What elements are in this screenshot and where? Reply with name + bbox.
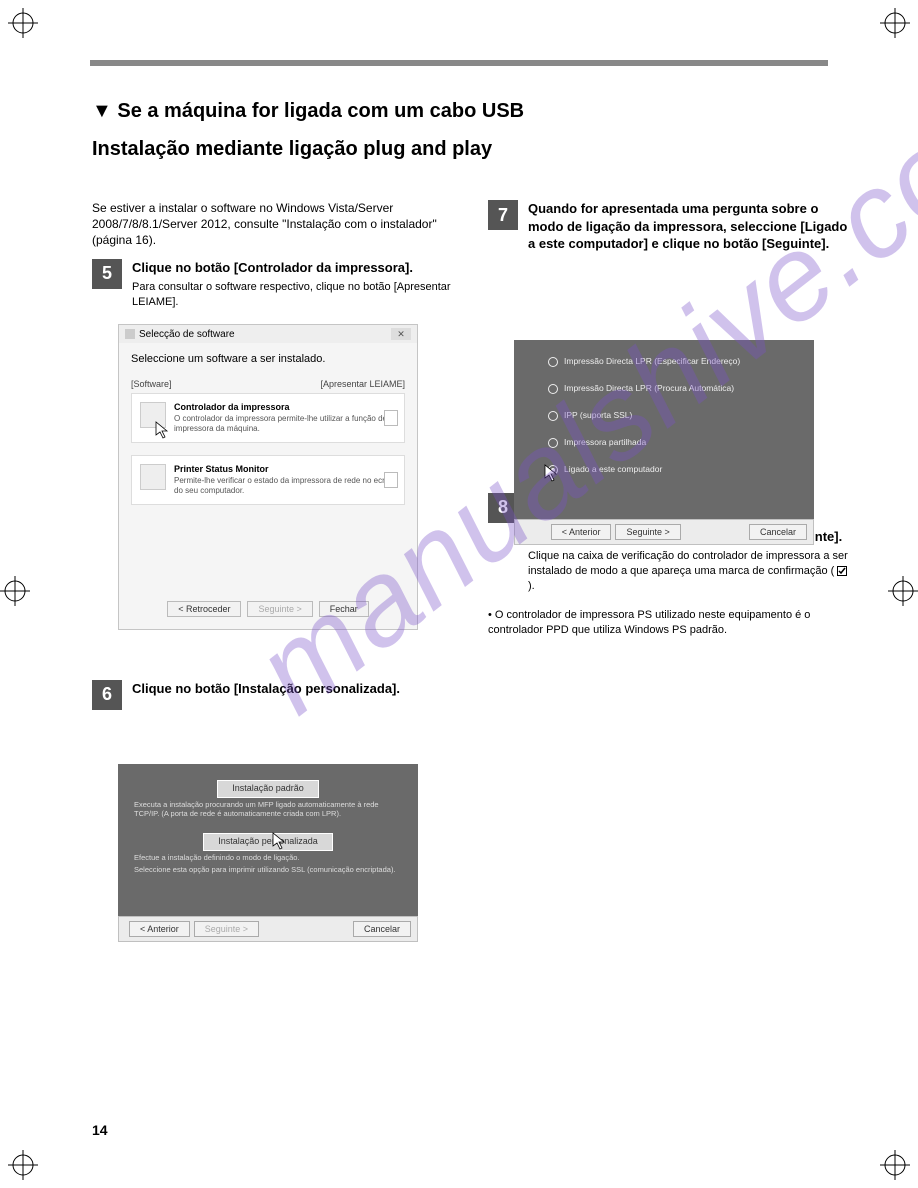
software-item-desc: Permite-lhe verificar o estado da impres… [174, 476, 396, 496]
next-button[interactable]: Seguinte > [615, 524, 680, 540]
driver-note: • O controlador de impressora PS utiliza… [488, 608, 848, 638]
checkbox-icon [837, 566, 847, 576]
intro-text: Se estiver a instalar o software no Wind… [92, 200, 452, 249]
software-item-title: Controlador da impressora [174, 402, 396, 412]
readme-button[interactable] [384, 472, 398, 488]
close-button[interactable]: ✕ [391, 328, 411, 340]
step-number: 6 [92, 680, 122, 710]
radio-icon [548, 438, 558, 448]
custom-install-desc: Efectue a instalação definindo o modo de… [134, 853, 402, 863]
cursor-icon [544, 464, 560, 482]
registration-mark [8, 1150, 38, 1180]
step-number: 7 [488, 200, 518, 230]
software-item-desc: O controlador da impressora permite-lhe … [174, 414, 396, 434]
monitor-icon [140, 464, 166, 490]
custom-install-desc2: Seleccione esta opção para imprimir util… [134, 865, 402, 875]
radio-label: Impressão Directa LPR (Especificar Ender… [564, 356, 740, 367]
back-button[interactable]: < Anterior [551, 524, 612, 540]
registration-mark [880, 8, 910, 38]
software-item-printer-driver[interactable]: Controlador da impressora O controlador … [131, 393, 405, 443]
dialog-heading: Seleccione um software a ser instalado. [131, 353, 405, 365]
radio-icon [548, 411, 558, 421]
radio-ipp[interactable]: IPP (suporta SSL) [548, 410, 798, 421]
dialog-software-selection: Selecção de software ✕ Seleccione um sof… [118, 324, 418, 630]
readme-button[interactable] [384, 410, 398, 426]
cursor-icon [272, 832, 288, 850]
software-item-status-monitor[interactable]: Printer Status Monitor Permite-lhe verif… [131, 455, 405, 505]
radio-icon [548, 357, 558, 367]
cursor-icon [155, 421, 171, 439]
next-button[interactable]: Seguinte > [194, 921, 259, 937]
page-number: 14 [92, 1122, 108, 1138]
step-7: 7 Quando for apresentada uma pergunta so… [488, 200, 848, 253]
radio-label: Impressão Directa LPR (Procura Automátic… [564, 383, 734, 394]
radio-lpr-specify[interactable]: Impressão Directa LPR (Especificar Ender… [548, 356, 798, 367]
radio-label: Ligado a este computador [564, 464, 662, 475]
dialog-titlebar: Selecção de software ✕ [119, 325, 417, 343]
standard-install-button[interactable]: Instalação padrão [217, 780, 319, 798]
step-text: Clique no botão [Instalação personalizad… [132, 680, 400, 698]
column-readme-label: [Apresentar LEIAME] [320, 379, 405, 389]
column-software-label: [Software] [131, 379, 172, 389]
custom-install-button[interactable]: Instalação personalizada [203, 833, 333, 851]
radio-lpr-auto[interactable]: Impressão Directa LPR (Procura Automátic… [548, 383, 798, 394]
step-subtext: Para consultar o software respectivo, cl… [132, 280, 452, 310]
back-button[interactable]: < Retroceder [167, 601, 241, 617]
step-number: 5 [92, 259, 122, 289]
software-item-title: Printer Status Monitor [174, 464, 396, 474]
dialog-title: Selecção de software [139, 329, 235, 340]
radio-this-computer[interactable]: Ligado a este computador [548, 464, 798, 475]
page-context-heading: ▼ Se a máquina for ligada com um cabo US… [92, 100, 826, 123]
registration-mark [888, 576, 918, 606]
cancel-button[interactable]: Cancelar [749, 524, 807, 540]
step-subtext: Clique na caixa de verificação do contro… [528, 549, 848, 594]
back-button[interactable]: < Anterior [129, 921, 190, 937]
radio-icon [548, 384, 558, 394]
standard-install-desc: Executa a instalação procurando um MFP l… [134, 800, 402, 820]
radio-shared[interactable]: Impressora partilhada [548, 437, 798, 448]
page-section-heading: Instalação mediante ligação plug and pla… [92, 138, 826, 161]
next-button[interactable]: Seguinte > [247, 601, 312, 617]
radio-label: Impressora partilhada [564, 437, 646, 448]
dialog-install-type: Instalação padrão Executa a instalação p… [118, 764, 418, 942]
radio-label: IPP (suporta SSL) [564, 410, 632, 421]
dialog-connection-mode: Impressão Directa LPR (Especificar Ender… [514, 340, 814, 545]
cancel-button[interactable]: Cancelar [353, 921, 411, 937]
registration-mark [880, 1150, 910, 1180]
step-5: 5 Clique no botão [Controlador da impres… [92, 259, 452, 310]
registration-mark [0, 576, 30, 606]
step-text: Clique no botão [Controlador da impresso… [132, 259, 452, 277]
registration-mark [8, 8, 38, 38]
horizontal-rule [90, 60, 828, 66]
app-icon [125, 329, 135, 339]
step-text: Quando for apresentada uma pergunta sobr… [528, 200, 848, 253]
close-button[interactable]: Fechar [319, 601, 369, 617]
